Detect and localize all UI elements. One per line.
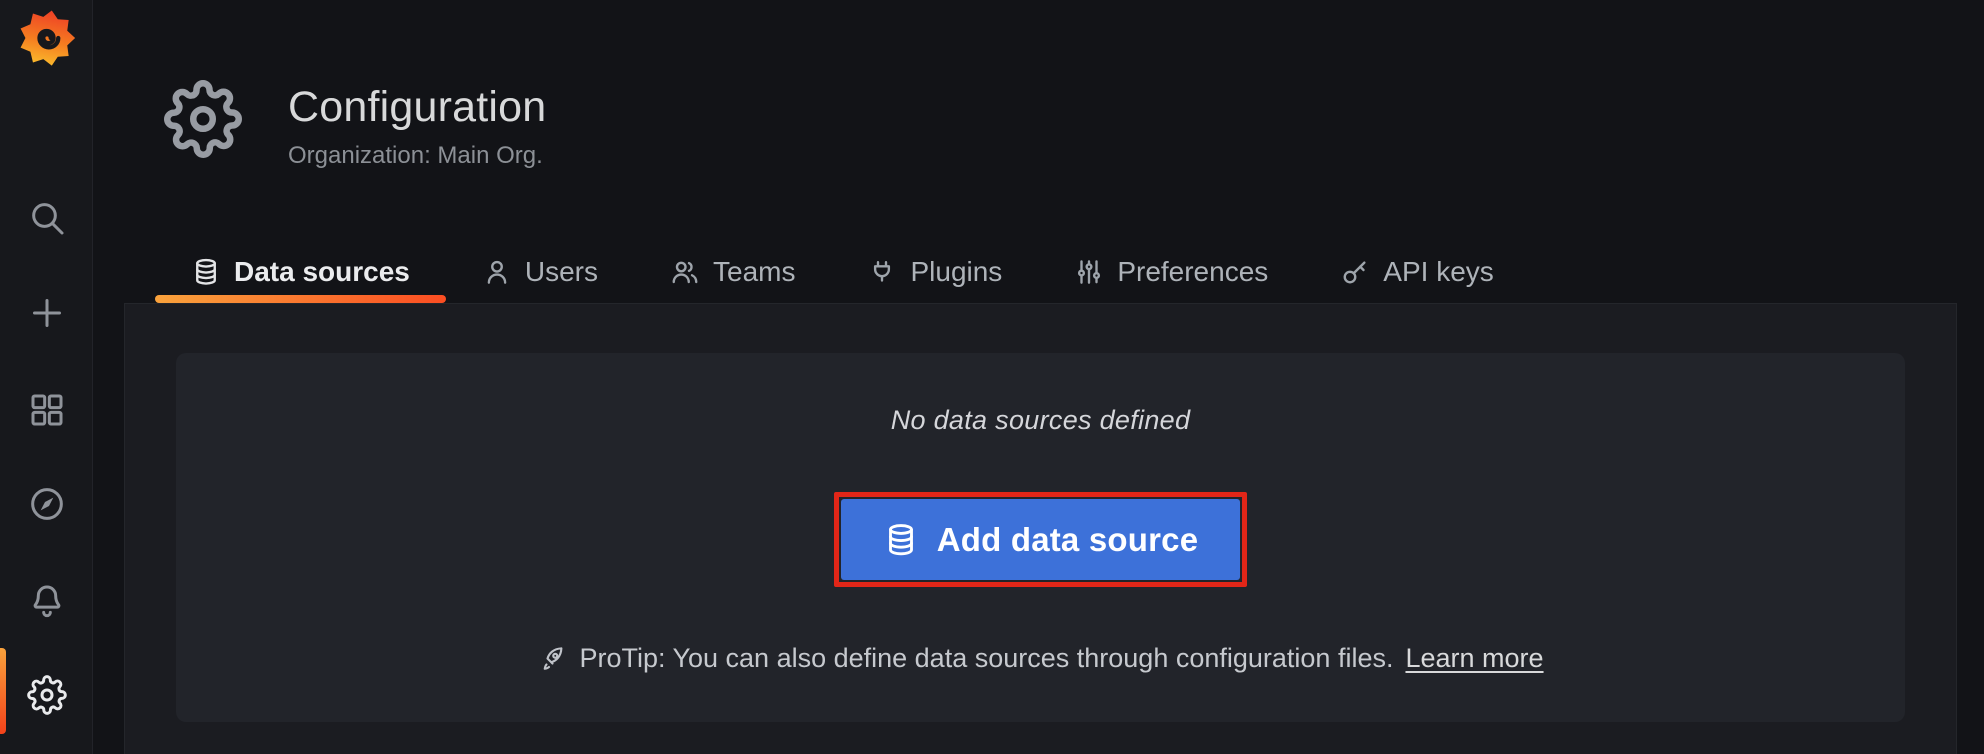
rocket-icon: [537, 644, 567, 674]
page-subtitle: Organization: Main Org.: [288, 143, 546, 169]
tab-label: Plugins: [910, 256, 1002, 288]
protip-text: ProTip: You can also define data sources…: [579, 643, 1393, 674]
database-icon: [883, 522, 919, 558]
tab-label: Teams: [713, 256, 795, 288]
protip: ProTip: You can also define data sources…: [537, 643, 1543, 674]
tab-label: Data sources: [234, 256, 410, 288]
sidebar-item-create[interactable]: [0, 266, 93, 360]
page-title: Configuration: [288, 84, 546, 130]
users-icon: [670, 257, 700, 287]
search-icon: [27, 198, 67, 238]
annotation-highlight-box: Add data source: [834, 492, 1248, 587]
tab-teams[interactable]: Teams: [634, 240, 831, 303]
sidebar-item-search[interactable]: [0, 171, 93, 265]
plug-icon: [867, 257, 897, 287]
active-tab-indicator: [155, 295, 446, 303]
dashboards-grid-icon: [27, 390, 67, 430]
grafana-logo[interactable]: [14, 8, 80, 68]
tab-label: Users: [525, 256, 598, 288]
sidebar-item-explore[interactable]: [0, 457, 93, 551]
page-header: Configuration Organization: Main Org.: [164, 80, 546, 169]
tab-bar: Data sources Users: [155, 240, 1530, 303]
sidebar: [0, 0, 93, 754]
add-data-source-button[interactable]: Add data source: [841, 499, 1241, 580]
database-icon: [191, 257, 221, 287]
bell-icon: [27, 580, 67, 620]
configuration-gear-icon: [164, 80, 242, 158]
tab-data-sources[interactable]: Data sources: [155, 240, 446, 303]
tab-users[interactable]: Users: [446, 240, 634, 303]
sidebar-active-indicator: [0, 648, 6, 734]
empty-list-card: No data sources defined Add data source: [176, 353, 1905, 722]
add-data-source-label: Add data source: [937, 521, 1199, 559]
learn-more-link[interactable]: Learn more: [1405, 643, 1543, 674]
tab-content-panel: No data sources defined Add data source: [124, 303, 1957, 754]
user-icon: [482, 257, 512, 287]
main-content: Configuration Organization: Main Org. Da…: [94, 0, 1984, 754]
tab-api-keys[interactable]: API keys: [1304, 240, 1529, 303]
sidebar-item-dashboards[interactable]: [0, 363, 93, 457]
compass-icon: [27, 484, 67, 524]
tab-label: API keys: [1383, 256, 1493, 288]
empty-state-message: No data sources defined: [891, 405, 1191, 436]
plus-icon: [27, 293, 67, 333]
gear-icon: [27, 675, 67, 715]
tab-plugins[interactable]: Plugins: [831, 240, 1038, 303]
grafana-configuration-page: Configuration Organization: Main Org. Da…: [0, 0, 1984, 754]
sidebar-item-configuration[interactable]: [0, 648, 93, 742]
sliders-icon: [1074, 257, 1104, 287]
tab-preferences[interactable]: Preferences: [1038, 240, 1304, 303]
sidebar-item-alerting[interactable]: [0, 553, 93, 647]
tab-label: Preferences: [1117, 256, 1268, 288]
key-icon: [1340, 257, 1370, 287]
